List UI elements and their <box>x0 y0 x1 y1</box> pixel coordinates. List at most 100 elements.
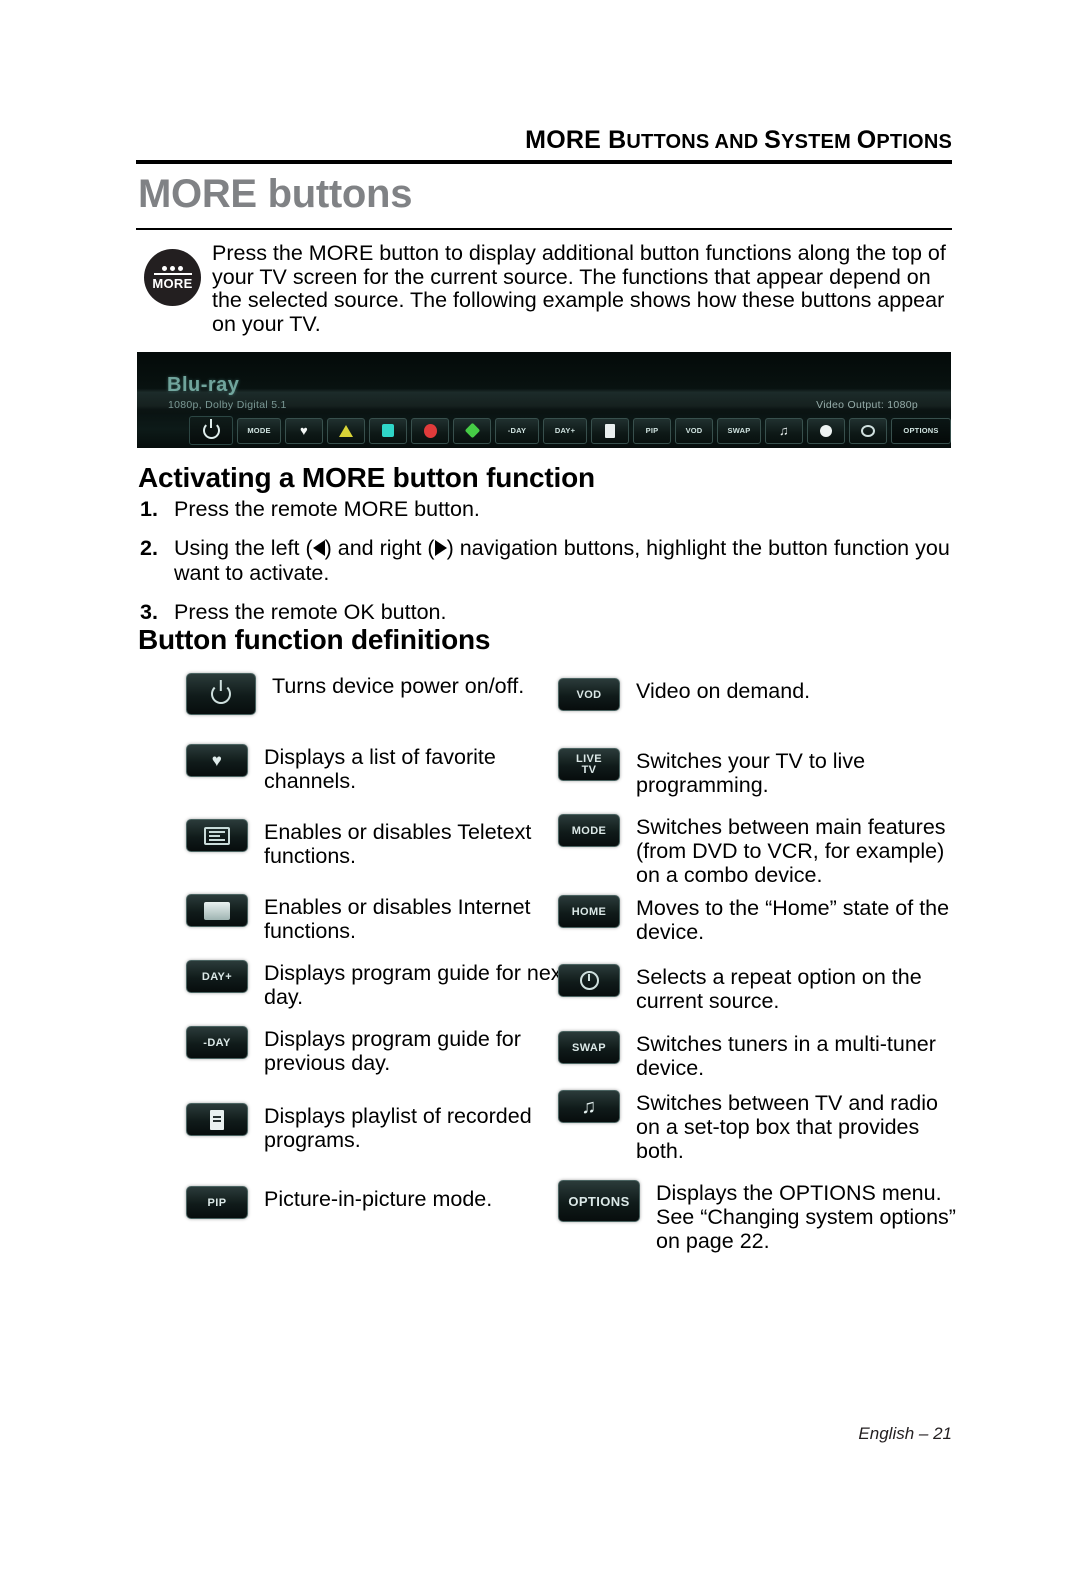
tv-button-cyan-square[interactable] <box>369 417 407 444</box>
step-item: 1. Press the remote MORE button. <box>140 497 952 522</box>
music-note-icon: ♫ <box>581 1095 597 1118</box>
button-face-label: HOME <box>571 905 607 918</box>
tv-button-next-day[interactable]: DAY+ <box>543 417 587 444</box>
tv-button-red-circle[interactable] <box>411 417 449 444</box>
header-rule <box>136 160 952 164</box>
step-item: 2. Using the left () and right () naviga… <box>140 536 952 586</box>
definition-row: ♫ Switches between TV and radio on a set-… <box>558 1090 958 1163</box>
tv-button-options[interactable]: OPTIONS <box>891 417 951 444</box>
definition-button-face: MODE <box>558 814 620 847</box>
left-arrow-icon <box>312 540 325 556</box>
triangle-icon <box>339 424 353 437</box>
button-face-label: PIP <box>207 1196 227 1209</box>
definition-row: VOD Video on demand. <box>558 678 810 711</box>
tv-button-row: MODE ♥ -DAY DAY+ PIP VOD SWAP ♫ OPTIONS <box>189 416 951 445</box>
document-page: MORE BUTTONS AND SYSTEM OPTIONS MORE but… <box>0 0 1080 1578</box>
definition-row: -DAY Displays program guide for previous … <box>186 1026 586 1075</box>
step-text: Press the remote OK button. <box>174 600 447 624</box>
tv-button-favorites[interactable]: ♥ <box>285 417 323 444</box>
more-dots-icon <box>162 265 183 271</box>
step-number: 1. <box>140 497 158 521</box>
definition-button-face: DAY+ <box>186 960 248 993</box>
definition-description: Displays program guide for next day. <box>264 961 568 1009</box>
definition-button-face: ♥ <box>186 744 248 777</box>
definition-row: Turns device power on/off. <box>186 673 524 715</box>
tv-button-label: SWAP <box>727 426 751 435</box>
step-item: 3. Press the remote OK button. <box>140 600 952 625</box>
definitions-heading: Button function definitions <box>138 624 491 655</box>
button-face-label: SWAP <box>572 1041 606 1054</box>
definition-button-face <box>186 673 256 715</box>
tv-button-repeat[interactable] <box>849 417 887 444</box>
definition-row: LIVE TV Switches your TV to live programmi… <box>558 748 958 797</box>
tv-button-label: PIP <box>645 426 659 435</box>
page-title: MORE buttons <box>138 172 413 216</box>
repeat-icon <box>579 971 599 990</box>
tv-button-prev-day[interactable]: -DAY <box>495 417 539 444</box>
definition-row: Selects a repeat option on the current s… <box>558 964 958 1013</box>
tv-button-playlist[interactable] <box>591 417 629 444</box>
tv-button-yellow-triangle[interactable] <box>327 417 365 444</box>
playlist-icon <box>210 1109 224 1130</box>
definition-button-face: OPTIONS <box>558 1180 640 1222</box>
intro-paragraph: Press the MORE button to display additio… <box>212 241 946 336</box>
definition-button-face: LIVE TV <box>558 748 620 781</box>
step-number: 2. <box>140 536 158 560</box>
heart-icon: ♥ <box>300 423 308 438</box>
circle-icon <box>423 423 437 438</box>
definition-button-face <box>186 1103 248 1136</box>
definition-button-face <box>558 964 620 997</box>
definition-row: Enables or disables Teletext functions. <box>186 819 586 868</box>
tv-button-label: MODE <box>247 426 271 435</box>
definition-description: Displays a list of favorite channels. <box>264 745 496 793</box>
tv-button-green-diamond[interactable] <box>453 417 491 444</box>
title-rule <box>136 228 952 230</box>
definition-row: SWAP Switches tuners in a multi-tuner dev… <box>558 1031 958 1080</box>
step-text-mid: ) and right ( <box>324 536 435 560</box>
definition-description: Displays the OPTIONS menu. See “Changing… <box>656 1181 956 1253</box>
definition-row: MODE Switches between main features (from… <box>558 814 958 887</box>
button-face-label: OPTIONS <box>568 1193 630 1209</box>
definition-button-face: HOME <box>558 895 620 928</box>
step-number: 3. <box>140 600 158 624</box>
tv-button-tv-radio[interactable]: ♫ <box>765 417 803 444</box>
definition-description: Video on demand. <box>636 679 811 703</box>
more-button-icon: MORE <box>144 249 201 306</box>
definition-row: HOME Moves to the “Home” state of the dev… <box>558 895 958 944</box>
definition-button-face: PIP <box>186 1186 248 1219</box>
teletext-icon <box>204 826 230 845</box>
step-text-pre: Using the left ( <box>174 536 313 560</box>
internet-icon <box>204 901 230 920</box>
button-face-label: VOD <box>576 688 602 701</box>
definition-description: Displays program guide for previous day. <box>264 1027 521 1075</box>
definition-row: Displays playlist of recorded programs. <box>186 1103 586 1152</box>
square-icon <box>382 424 394 437</box>
tv-button-label: VOD <box>685 426 703 435</box>
definition-button-face: -DAY <box>186 1026 248 1059</box>
more-icon-label: MORE <box>152 275 193 291</box>
tv-button-vod[interactable]: VOD <box>675 417 713 444</box>
tv-button-mode[interactable]: MODE <box>237 417 281 444</box>
definition-button-face: VOD <box>558 678 620 711</box>
definition-row: DAY+ Displays program guide for next day. <box>186 960 586 1009</box>
step-text: Press the remote MORE button. <box>174 497 480 521</box>
tv-video-output: Video Output: 1080p <box>816 399 918 411</box>
definition-description: Turns device power on/off. <box>272 674 525 698</box>
definition-button-face: ♫ <box>558 1090 620 1123</box>
activating-steps: 1. Press the remote MORE button. 2. Usin… <box>140 497 952 639</box>
definition-description: Switches between main features (from DVD… <box>636 815 946 887</box>
tv-button-pip[interactable]: PIP <box>633 417 671 444</box>
power-icon <box>211 684 231 704</box>
more-divider <box>153 272 192 275</box>
definition-description: Enables or disables Teletext functions. <box>264 820 532 868</box>
tv-button-swap[interactable]: SWAP <box>717 417 761 444</box>
definition-row: OPTIONS Displays the OPTIONS menu. See “C… <box>558 1180 958 1253</box>
tv-button-label: -DAY <box>507 426 527 435</box>
running-header: MORE BUTTONS AND SYSTEM OPTIONS <box>525 126 952 154</box>
button-face-label: LIVE TV <box>575 752 603 776</box>
tv-button-power[interactable] <box>189 416 233 445</box>
activating-heading: Activating a MORE button function <box>138 462 595 493</box>
tv-button-record[interactable] <box>807 417 845 444</box>
music-note-icon: ♫ <box>779 423 789 438</box>
definition-button-face <box>186 894 248 927</box>
